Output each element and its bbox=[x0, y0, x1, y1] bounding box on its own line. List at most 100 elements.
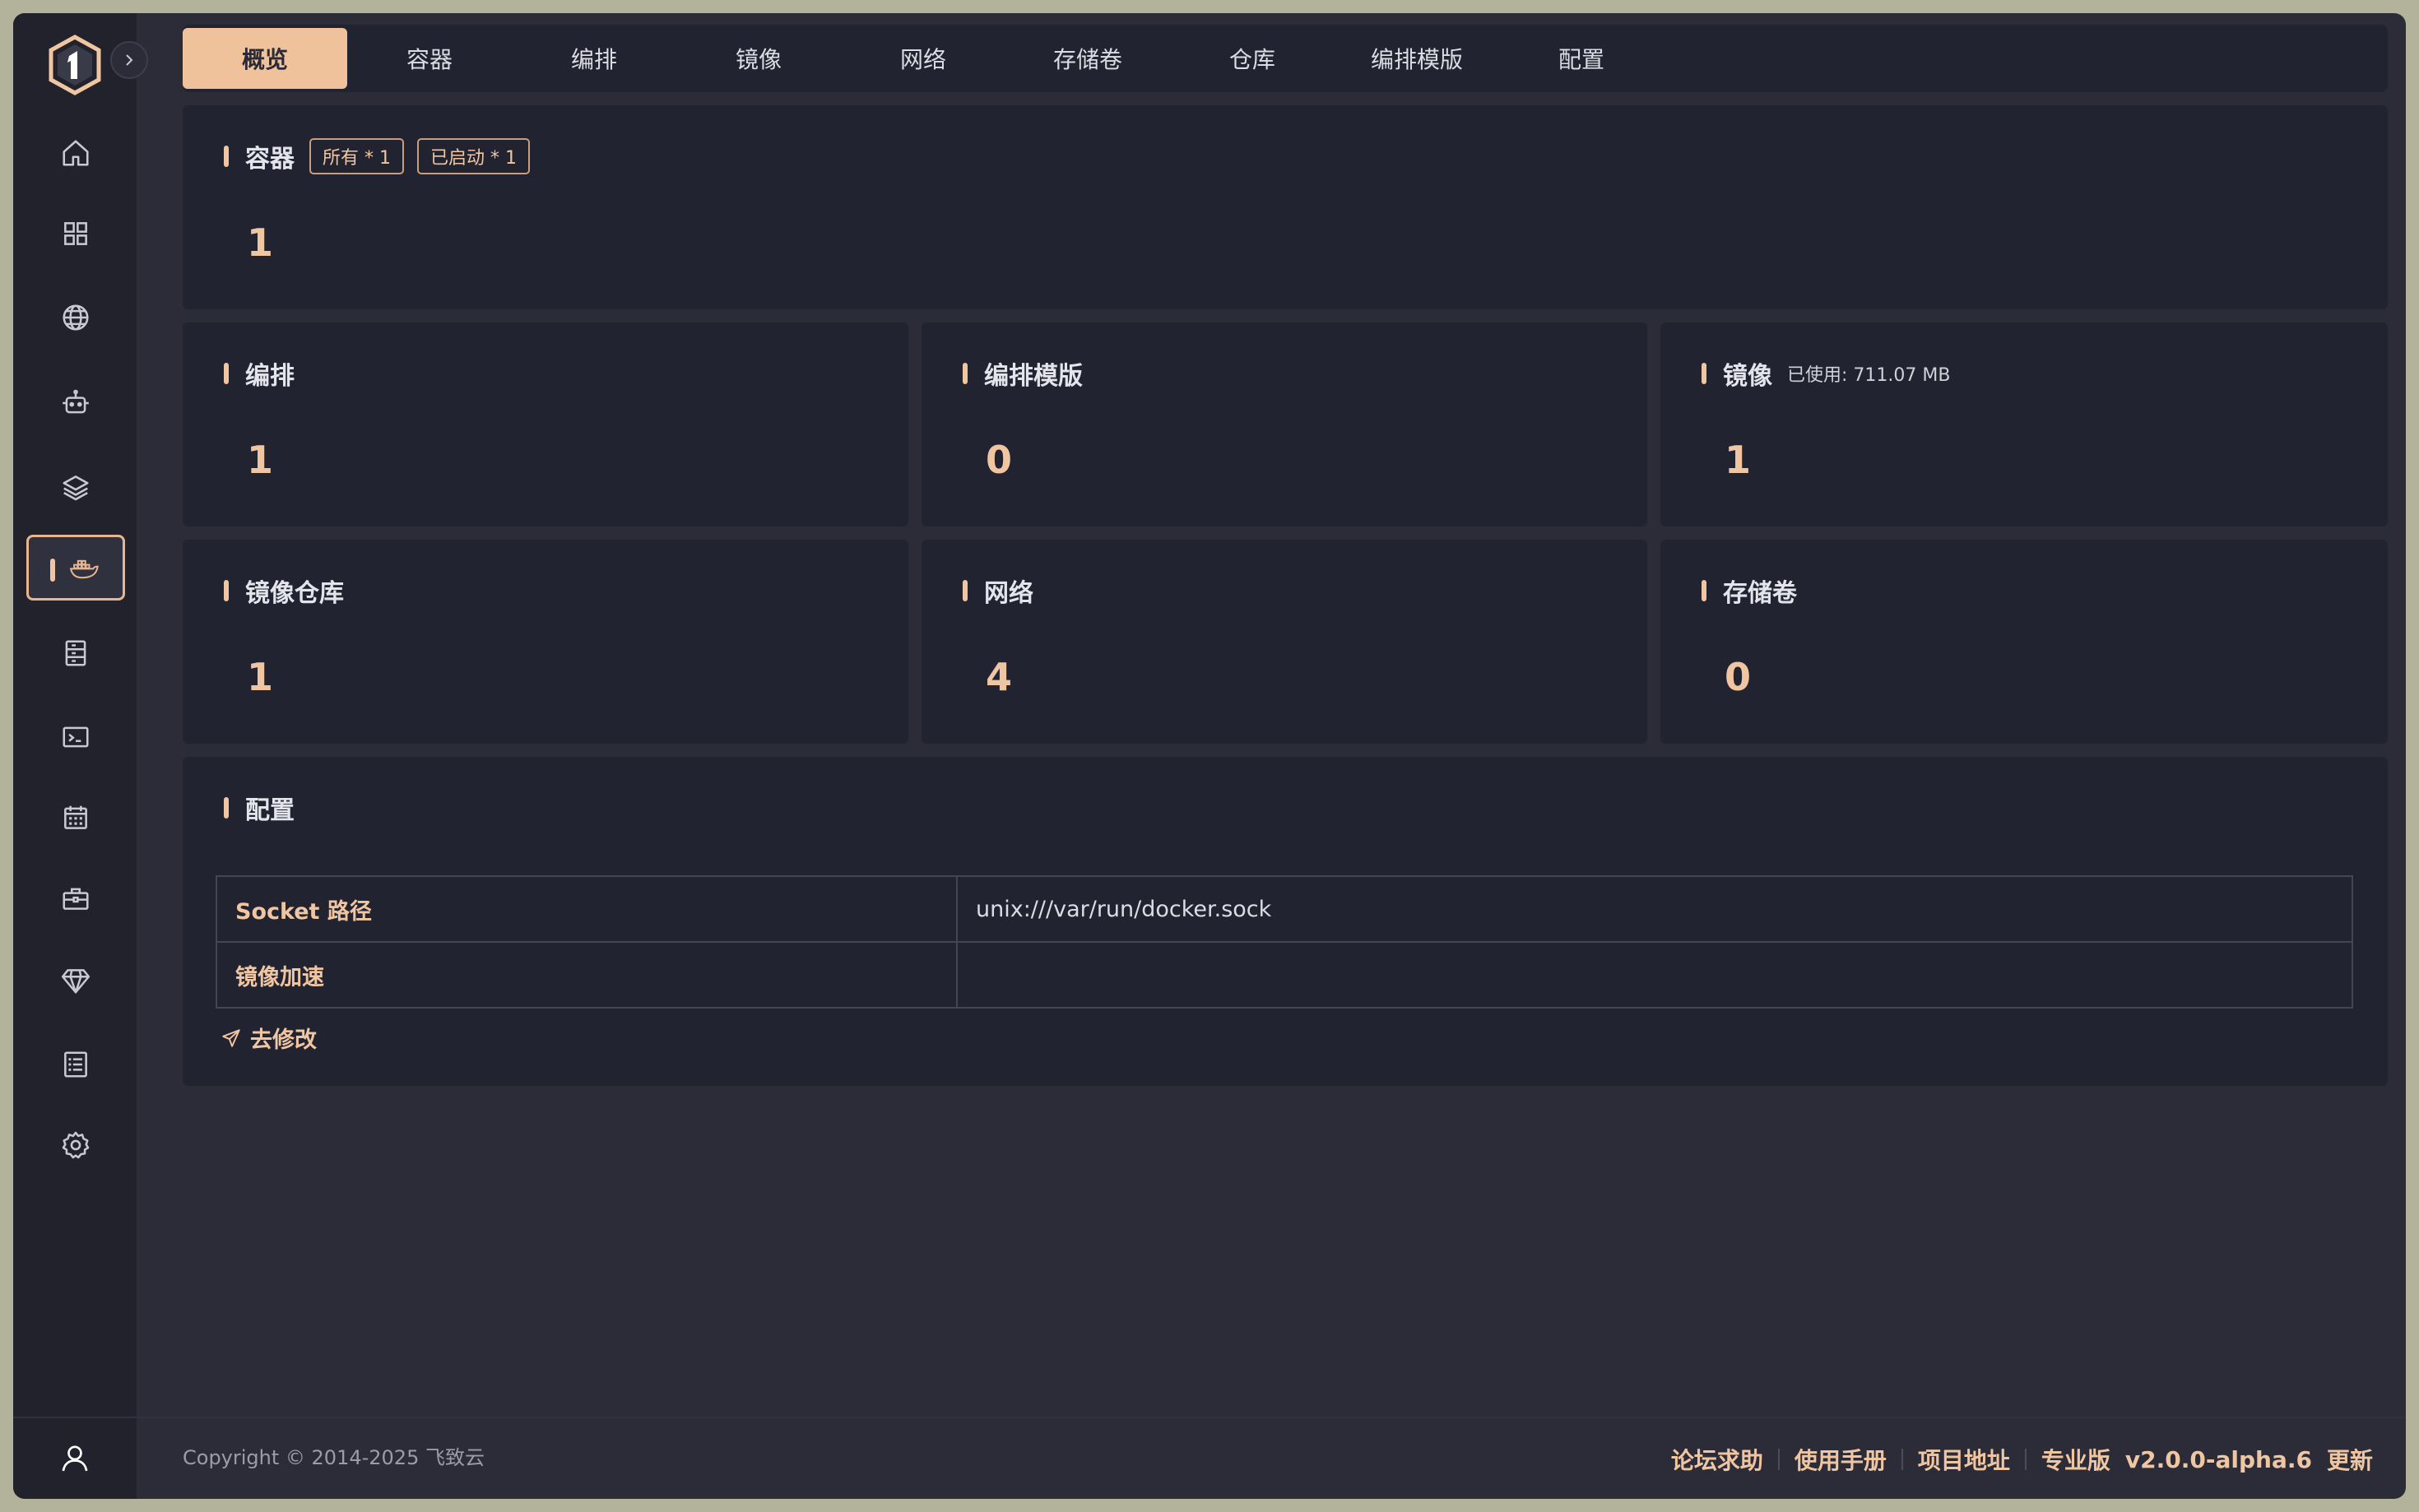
tab-bar: 概览 容器 编排 镜像 网络 存储卷 仓库 编排模版 配置 bbox=[183, 25, 2388, 92]
network-title: 网络 bbox=[963, 573, 1033, 609]
volume-title: 存储卷 bbox=[1702, 573, 1797, 609]
title-marker bbox=[1702, 580, 1706, 601]
compose-card: 编排 1 bbox=[183, 322, 908, 526]
nav-ai[interactable] bbox=[26, 370, 125, 436]
manual-link[interactable]: 使用手册 bbox=[1795, 1443, 1887, 1476]
tab-volumes[interactable]: 存储卷 bbox=[1005, 28, 1170, 89]
images-usage-note: 已使用: 711.07 MB bbox=[1787, 365, 1951, 386]
user-menu[interactable] bbox=[13, 1417, 137, 1499]
home-icon bbox=[63, 140, 89, 166]
edit-config-link[interactable]: 去修改 bbox=[221, 1022, 317, 1054]
card-title-text: 编排模版 bbox=[984, 362, 1083, 391]
divider bbox=[1901, 1449, 1903, 1470]
nav-container[interactable] bbox=[26, 535, 125, 601]
edition-label[interactable]: 专业版 bbox=[2041, 1443, 2110, 1476]
nav-cronjob[interactable] bbox=[26, 785, 125, 851]
project-link[interactable]: 项目地址 bbox=[1918, 1443, 2010, 1476]
nav-logs[interactable] bbox=[26, 1032, 125, 1097]
card-title-text: 镜像仓库 bbox=[245, 579, 344, 608]
containers-count[interactable]: 1 bbox=[247, 220, 273, 265]
compose-title: 编排 bbox=[224, 355, 295, 392]
divider bbox=[1777, 1449, 1780, 1470]
nav-terminal[interactable] bbox=[26, 704, 125, 770]
card-title-text: 编排 bbox=[245, 362, 295, 391]
app-window: 概览 容器 编排 镜像 网络 存储卷 仓库 编排模版 配置 容器 所有 * 1 … bbox=[13, 13, 2406, 1499]
compose-template-count[interactable]: 0 bbox=[986, 438, 1012, 482]
card-title-text: 配置 bbox=[245, 796, 295, 825]
config-value-mirror bbox=[956, 941, 2353, 1009]
nav-apps[interactable] bbox=[26, 201, 125, 267]
volume-count[interactable]: 0 bbox=[1725, 655, 1751, 699]
registry-title: 镜像仓库 bbox=[224, 573, 344, 609]
title-marker bbox=[1702, 363, 1706, 384]
tab-overview[interactable]: 概览 bbox=[183, 28, 347, 89]
title-marker bbox=[224, 363, 229, 384]
nav-toolbox[interactable] bbox=[26, 865, 125, 931]
tab-compose-templates[interactable]: 编排模版 bbox=[1335, 28, 1499, 89]
nav-database[interactable] bbox=[26, 454, 125, 520]
config-key-socket-path: Socket 路径 bbox=[216, 875, 958, 943]
chevron-right-icon bbox=[126, 54, 133, 66]
footer: Copyright © 2014-2025 飞致云 论坛求助 使用手册 项目地址… bbox=[137, 1417, 2406, 1499]
card-title-text: 存储卷 bbox=[1723, 579, 1797, 608]
containers-title: 容器 所有 * 1 已启动 * 1 bbox=[224, 138, 530, 174]
user-icon bbox=[62, 1445, 88, 1472]
images-title: 镜像 已使用: 711.07 MB bbox=[1702, 355, 1950, 392]
robot-icon bbox=[63, 389, 89, 414]
network-count[interactable]: 4 bbox=[986, 655, 1012, 699]
terminal-icon bbox=[63, 726, 89, 748]
tab-networks[interactable]: 网络 bbox=[841, 28, 1005, 89]
card-title-text: 镜像 bbox=[1723, 362, 1772, 391]
title-marker bbox=[224, 146, 229, 167]
list-icon bbox=[64, 1051, 87, 1078]
volume-card: 存储卷 0 bbox=[1660, 540, 2388, 744]
config-value-socket-path: unix:///var/run/docker.sock bbox=[956, 875, 2353, 943]
footer-links: 论坛求助 使用手册 项目地址 专业版 v2.0.0-alpha.6 更新 bbox=[1671, 1443, 2373, 1476]
tab-compose[interactable]: 编排 bbox=[512, 28, 676, 89]
tab-registry[interactable]: 仓库 bbox=[1170, 28, 1335, 89]
config-card: 配置 Socket 路径 unix:///var/run/docker.sock… bbox=[183, 757, 2388, 1086]
table-row: Socket 路径 unix:///var/run/docker.sock bbox=[216, 875, 2353, 943]
divider bbox=[2024, 1449, 2027, 1470]
version-label[interactable]: v2.0.0-alpha.6 bbox=[2125, 1446, 2312, 1473]
update-link[interactable]: 更新 bbox=[2327, 1443, 2373, 1476]
title-marker bbox=[963, 363, 968, 384]
images-count[interactable]: 1 bbox=[1725, 438, 1751, 482]
nav-files[interactable] bbox=[26, 620, 125, 686]
diamond-icon bbox=[61, 969, 91, 994]
file-cabinet-icon bbox=[65, 640, 86, 666]
toolbox-icon bbox=[63, 888, 89, 910]
gear-icon bbox=[62, 1131, 90, 1159]
collapse-sidebar-button[interactable] bbox=[110, 41, 148, 79]
nav-websites[interactable] bbox=[26, 285, 125, 350]
registry-count[interactable]: 1 bbox=[247, 655, 273, 699]
badge-all-containers[interactable]: 所有 * 1 bbox=[309, 138, 404, 174]
tab-images[interactable]: 镜像 bbox=[676, 28, 841, 89]
compose-template-title: 编排模版 bbox=[963, 355, 1083, 392]
nav-settings[interactable] bbox=[26, 1112, 125, 1178]
compose-template-card: 编排模版 0 bbox=[922, 322, 1647, 526]
logo-icon[interactable] bbox=[46, 35, 104, 95]
globe-icon bbox=[63, 304, 89, 331]
card-title-text: 容器 bbox=[245, 145, 295, 174]
docker-icon bbox=[69, 559, 99, 579]
edit-config-label: 去修改 bbox=[250, 1027, 317, 1053]
images-card: 镜像 已使用: 711.07 MB 1 bbox=[1660, 322, 2388, 526]
calendar-icon bbox=[64, 805, 87, 829]
network-card: 网络 4 bbox=[922, 540, 1647, 744]
registry-card: 镜像仓库 1 bbox=[183, 540, 908, 744]
badge-running-containers[interactable]: 已启动 * 1 bbox=[416, 138, 530, 174]
forum-link[interactable]: 论坛求助 bbox=[1671, 1443, 1763, 1476]
nav-home[interactable] bbox=[26, 120, 125, 186]
tab-config[interactable]: 配置 bbox=[1499, 28, 1664, 89]
tab-containers[interactable]: 容器 bbox=[347, 28, 512, 89]
nav-xpack[interactable] bbox=[26, 948, 125, 1013]
title-marker bbox=[224, 580, 229, 601]
title-marker bbox=[963, 580, 968, 601]
send-icon bbox=[222, 1028, 240, 1047]
sidebar bbox=[13, 13, 148, 1499]
table-row: 镜像加速 bbox=[216, 941, 2353, 1009]
grid-icon bbox=[64, 222, 87, 245]
compose-count[interactable]: 1 bbox=[247, 438, 273, 482]
containers-card: 容器 所有 * 1 已启动 * 1 1 bbox=[183, 105, 2388, 309]
